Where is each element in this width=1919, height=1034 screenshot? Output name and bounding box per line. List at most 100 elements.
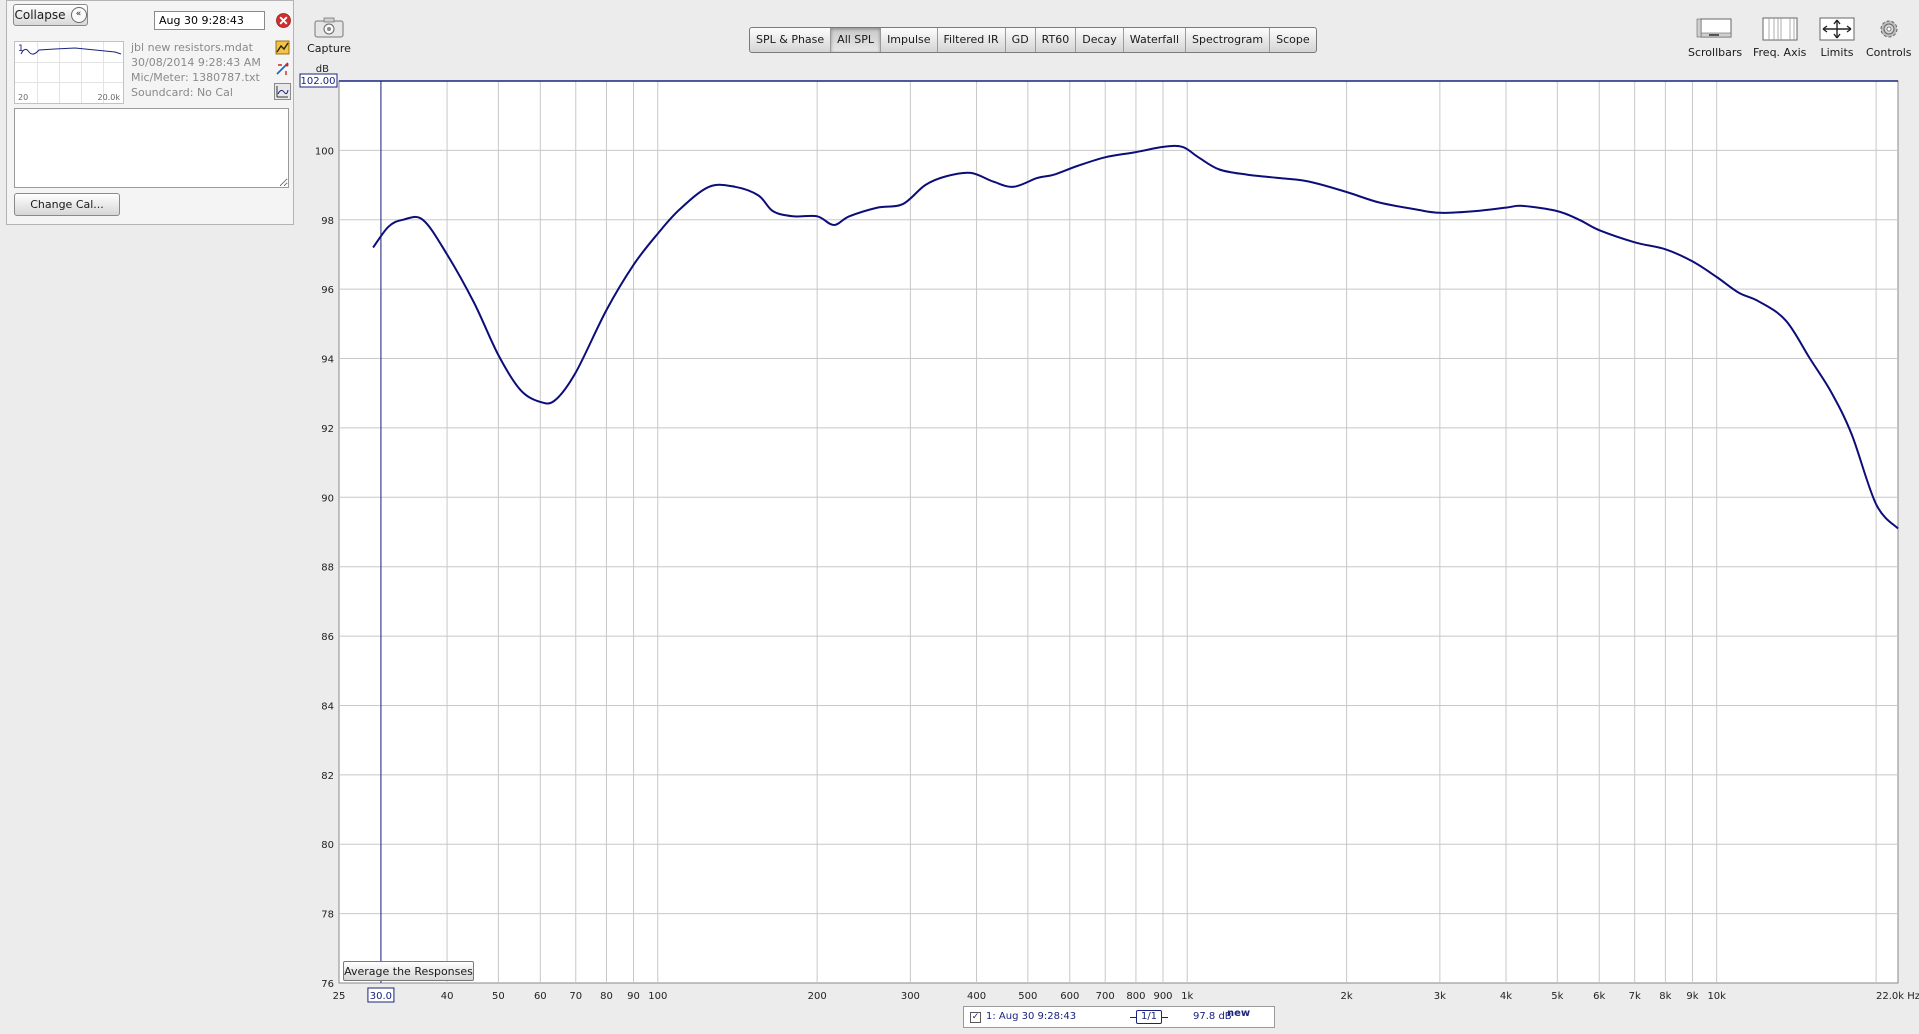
change-cal-label: Change Cal... xyxy=(30,198,104,211)
x-tick-label: 22.0k Hz xyxy=(1876,991,1919,1002)
y-tick-label: 84 xyxy=(321,701,334,712)
camera-icon xyxy=(314,17,344,38)
cursor-readout-box xyxy=(367,987,395,1003)
controls-button[interactable]: Controls xyxy=(1866,16,1912,59)
collapse-button[interactable]: Collapse « xyxy=(13,4,88,26)
thumbnail-xmin: 20 xyxy=(18,93,29,102)
y-tick-label: 92 xyxy=(321,424,334,435)
tab-waterfall[interactable]: Waterfall xyxy=(1124,28,1187,52)
limits-label: Limits xyxy=(1820,46,1854,59)
x-tick-label: 900 xyxy=(1153,991,1172,1002)
measurement-thumbnail[interactable]: 1 20 20.0k xyxy=(14,41,124,104)
measurement-soundcard: Soundcard: No Cal xyxy=(131,86,233,99)
x-tick-label: 500 xyxy=(1018,991,1037,1002)
measurement-notes[interactable] xyxy=(14,108,289,188)
scrollbars-icon xyxy=(1696,18,1732,38)
x-tick-label: 25 xyxy=(333,991,346,1002)
remove-measurement-icon[interactable] xyxy=(276,13,291,28)
limits-button[interactable]: Limits xyxy=(1817,16,1857,59)
y-tick-label: 78 xyxy=(321,910,334,921)
graph-tabs: SPL & Phase All SPL Impulse Filtered IR GD RT… xyxy=(749,27,1317,53)
y-tick-label: 86 xyxy=(321,632,334,643)
spl-trace xyxy=(372,144,1899,530)
collapse-label: Collapse xyxy=(14,8,66,22)
freq-axis-button[interactable]: Freq. Axis xyxy=(1753,16,1806,59)
capture-button[interactable]: Capture xyxy=(305,16,353,62)
x-tick-label: 1k xyxy=(1181,991,1193,1002)
tab-filtered-ir[interactable]: Filtered IR xyxy=(938,28,1006,52)
x-tick-label: 40 xyxy=(441,991,454,1002)
trace-visible-checkbox[interactable]: ✓ xyxy=(970,1012,981,1023)
legend-trace-name: 1: Aug 30 9:28:43 xyxy=(986,1011,1077,1022)
x-tick-label: 6k xyxy=(1593,991,1605,1002)
graph-options-icon[interactable] xyxy=(274,83,291,100)
x-tick-label: 90 xyxy=(627,991,640,1002)
change-cal-button[interactable]: Change Cal... xyxy=(14,193,120,216)
x-tick-label: 300 xyxy=(901,991,920,1002)
cursor-readout: 30.0 xyxy=(370,991,392,1002)
limits-icon xyxy=(1819,17,1855,41)
x-tick-label: 80 xyxy=(600,991,613,1002)
tab-all-spl[interactable]: All SPL xyxy=(831,28,882,52)
x-tick-label: 2k xyxy=(1341,991,1353,1002)
x-tick-label: 4k xyxy=(1500,991,1512,1002)
freq-axis-label: Freq. Axis xyxy=(1753,46,1807,59)
tab-rt60[interactable]: RT60 xyxy=(1036,28,1077,52)
thumbnail-index: 1 xyxy=(18,44,24,54)
average-responses-label: Average the Responses xyxy=(344,964,473,978)
legend-tag: new xyxy=(1227,1008,1251,1019)
x-tick-label: 800 xyxy=(1126,991,1145,1002)
measurement-name-field[interactable] xyxy=(154,11,265,30)
x-tick-label: 400 xyxy=(967,991,986,1002)
x-tick-label: 5k xyxy=(1551,991,1563,1002)
x-tick-label: 60 xyxy=(534,991,547,1002)
y-unit-label: dB xyxy=(316,64,329,75)
tab-scope[interactable]: Scope xyxy=(1270,28,1316,52)
scrollbars-label: Scrollbars xyxy=(1688,46,1743,59)
x-tick-label: 200 xyxy=(808,991,827,1002)
tab-spl-phase[interactable]: SPL & Phase xyxy=(750,28,832,52)
y-tick-label: 90 xyxy=(321,493,334,504)
x-tick-label: 70 xyxy=(569,991,582,1002)
tab-decay[interactable]: Decay xyxy=(1076,28,1124,52)
tab-spectrogram[interactable]: Spectrogram xyxy=(1186,28,1271,52)
y-tick-label: 88 xyxy=(321,563,334,574)
scrollbars-button[interactable]: Scrollbars xyxy=(1688,16,1742,59)
x-tick-label: 7k xyxy=(1629,991,1641,1002)
x-tick-label: 9k xyxy=(1686,991,1698,1002)
x-tick-label: 700 xyxy=(1096,991,1115,1002)
plot-area xyxy=(338,80,1899,984)
tab-gd[interactable]: GD xyxy=(1006,28,1036,52)
y-tick-label: 96 xyxy=(321,285,334,296)
measurement-panel: Collapse « 1 20 20.0k jbl new resistors.… xyxy=(6,0,294,225)
legend-value: 97.8 dB xyxy=(1193,1011,1232,1022)
y-tick-label: 100 xyxy=(315,146,334,157)
double-chevron-left-icon: « xyxy=(70,7,87,23)
x-tick-label: 50 xyxy=(492,991,505,1002)
top-readout-box xyxy=(299,73,338,88)
y-tick-label: 80 xyxy=(321,840,334,851)
average-responses-button[interactable]: Average the Responses xyxy=(343,961,474,981)
ruler-chart-icon[interactable] xyxy=(274,39,291,56)
y-tick-label: 76 xyxy=(321,979,334,990)
y-tick-label: 98 xyxy=(321,216,334,227)
tab-impulse[interactable]: Impulse xyxy=(881,28,938,52)
gear-icon xyxy=(1880,20,1898,38)
y-tick-label: 82 xyxy=(321,771,334,782)
x-tick-label: 8k xyxy=(1659,991,1671,1002)
measurement-datetime: 30/08/2014 9:28:43 AM xyxy=(131,56,261,69)
top-readout: 102.00 xyxy=(301,76,336,87)
measurement-file: jbl new resistors.mdat xyxy=(131,41,253,54)
x-tick-label: 10k xyxy=(1707,991,1726,1002)
freq-axis-icon xyxy=(1762,17,1798,41)
measurement-tools-icon[interactable] xyxy=(274,60,291,77)
measurement-mic-meter: Mic/Meter: 1380787.txt xyxy=(131,71,260,84)
x-tick-label: 600 xyxy=(1060,991,1079,1002)
trace-legend: ✓ 1: Aug 30 9:28:43 1/1 97.8 dB new xyxy=(963,1006,1275,1028)
capture-label: Capture xyxy=(307,42,351,55)
x-tick-label: 3k xyxy=(1434,991,1446,1002)
smoothing-selector[interactable]: 1/1 xyxy=(1136,1010,1162,1024)
x-tick-label: 100 xyxy=(648,991,667,1002)
controls-label: Controls xyxy=(1866,46,1912,59)
y-tick-label: 94 xyxy=(321,355,334,366)
